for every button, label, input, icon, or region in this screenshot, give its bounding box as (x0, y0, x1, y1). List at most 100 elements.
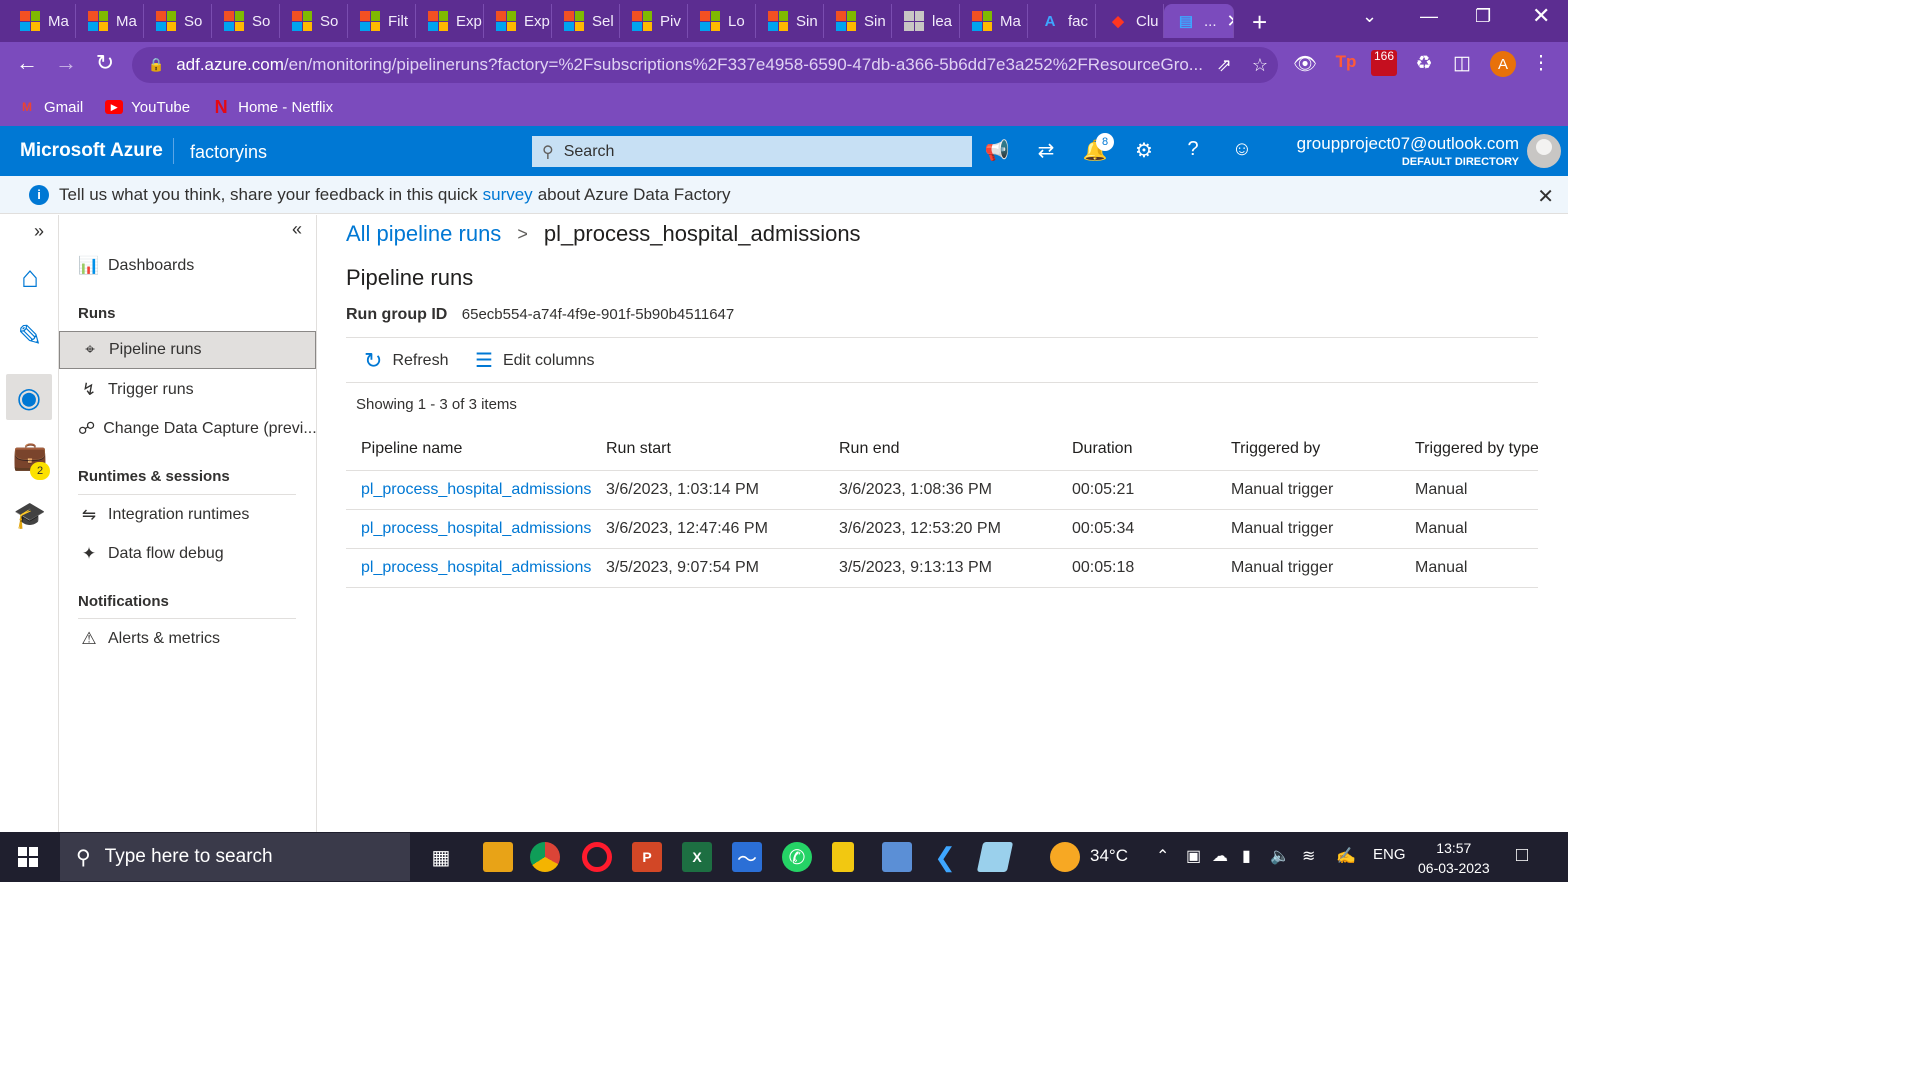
whatsapp-icon[interactable]: ✆ (782, 842, 812, 872)
tab-close-icon[interactable]: ✕ (1227, 11, 1233, 32)
task-view-icon[interactable]: ▦ (426, 842, 456, 872)
chrome-icon[interactable] (530, 842, 560, 872)
onedrive-cloud-icon[interactable]: ☁ (1212, 846, 1228, 866)
browser-tab[interactable]: ▤... ✕ (1164, 4, 1234, 38)
table-row[interactable]: pl_process_hospital_admissions 3/6/2023,… (346, 470, 1538, 510)
collapse-sidebar-icon[interactable]: « (292, 219, 302, 240)
column-header-triggered-by[interactable]: Triggered by (1216, 428, 1400, 471)
window-close-button[interactable]: ✕ (1532, 3, 1550, 29)
browser-tab[interactable]: So (144, 4, 212, 38)
notification-center-icon[interactable]: □ (1516, 844, 1528, 867)
battery-icon[interactable]: ▮ (1242, 846, 1251, 866)
power-bi-icon[interactable] (832, 842, 854, 872)
forward-button[interactable]: → (51, 50, 81, 76)
tab-search-icon[interactable]: ⌄ (1362, 6, 1377, 27)
table-row[interactable]: pl_process_hospital_admissions 3/6/2023,… (346, 509, 1538, 549)
edit-columns-button[interactable]: ☰ Edit columns (475, 348, 595, 373)
pipeline-name-link[interactable]: pl_process_hospital_admissions (346, 548, 591, 588)
browser-tab[interactable]: Sel (552, 4, 620, 38)
factory-name[interactable]: factoryins (190, 142, 267, 163)
account-info[interactable]: groupproject07@outlook.com DEFAULT DIREC… (1297, 134, 1519, 168)
home-icon[interactable]: ⌂ (12, 260, 48, 296)
sidebar-item-trigger-runs[interactable]: ↯ Trigger runs (59, 371, 316, 409)
opera-icon[interactable] (582, 842, 612, 872)
user-avatar[interactable] (1527, 134, 1561, 168)
taskbar-search-input[interactable]: ⚲ Type here to search (60, 833, 410, 881)
extension-badge-icon[interactable]: 166 (1371, 50, 1397, 76)
browser-tab[interactable]: Exp (416, 4, 484, 38)
weather-temperature[interactable]: 34°C (1090, 846, 1128, 866)
column-header-run-start[interactable]: Run start (591, 428, 824, 471)
volume-icon[interactable]: 🔈 (1270, 846, 1290, 866)
file-explorer-icon[interactable] (483, 842, 513, 872)
browser-tab[interactable]: Piv (620, 4, 688, 38)
minimize-button[interactable]: — (1420, 6, 1438, 27)
azure-brand[interactable]: Microsoft Azure (20, 140, 163, 162)
weather-sun-icon[interactable] (1050, 842, 1080, 872)
sidebar-item-data-flow-debug[interactable]: ✦ Data flow debug (59, 535, 316, 573)
language-indicator[interactable]: ENG (1373, 846, 1406, 863)
table-row[interactable]: pl_process_hospital_admissions 3/5/2023,… (346, 548, 1538, 588)
extension-tp-icon[interactable]: Tp (1333, 52, 1359, 72)
browser-tab[interactable]: Ma (8, 4, 76, 38)
share-icon[interactable]: ⇗ (1217, 55, 1232, 76)
sidebar-item-integration-runtimes[interactable]: ⇋ Integration runtimes (59, 496, 316, 534)
banner-close-icon[interactable]: ✕ (1537, 184, 1554, 209)
browser-tab[interactable]: Sin (824, 4, 892, 38)
author-pencil-icon[interactable]: ✎ (12, 318, 48, 354)
back-button[interactable]: ← (12, 50, 42, 76)
reload-button[interactable]: ↻ (90, 50, 120, 76)
sidebar-item-alerts-metrics[interactable]: ⚠ Alerts & metrics (59, 620, 316, 658)
address-bar[interactable]: 🔒 adf.azure.com/en/monitoring/pipelineru… (132, 47, 1278, 83)
sidebar-item-dashboards[interactable]: 📊 Dashboards (59, 247, 316, 285)
system-clock[interactable]: 13:57 06-03-2023 (1418, 838, 1490, 878)
browser-tab[interactable]: Ma (76, 4, 144, 38)
pen-icon[interactable]: ✍ (1336, 846, 1356, 866)
browser-tab[interactable]: ◆ Clu (1096, 4, 1164, 38)
tray-chevron-icon[interactable]: ⌃ (1156, 846, 1169, 866)
pipeline-name-link[interactable]: pl_process_hospital_admissions (346, 509, 591, 549)
browser-tab[interactable]: Lo (688, 4, 756, 38)
browser-tab[interactable]: So (212, 4, 280, 38)
profile-avatar[interactable]: A (1490, 51, 1516, 77)
directory-switch-icon[interactable]: ⇄ (1032, 138, 1060, 163)
vscode-icon[interactable]: ❮ (930, 842, 960, 872)
browser-tab[interactable]: lea (892, 4, 960, 38)
survey-link[interactable]: survey (483, 185, 533, 205)
app-grid-icon[interactable] (882, 842, 912, 872)
column-header-duration[interactable]: Duration (1057, 428, 1216, 471)
bookmark-star-icon[interactable]: ☆ (1252, 55, 1268, 76)
browser-tab[interactable]: So (280, 4, 348, 38)
bookmark-netflix[interactable]: N Home - Netflix (212, 97, 334, 117)
pipeline-name-link[interactable]: pl_process_hospital_admissions (346, 470, 591, 510)
bookmark-youtube[interactable]: ▶ YouTube (105, 99, 190, 116)
restore-button[interactable]: ❐ (1475, 6, 1491, 27)
sidebar-item-change-data-capture[interactable]: ☍ Change Data Capture (previ... (59, 410, 316, 448)
browser-tab[interactable]: Exp (484, 4, 552, 38)
monitor-gauge-icon[interactable]: ◉ (6, 374, 52, 420)
browser-tab[interactable]: Ma (960, 4, 1028, 38)
column-header-triggered-by-type[interactable]: Triggered by type (1400, 428, 1538, 471)
help-icon[interactable]: ? (1179, 138, 1207, 161)
new-tab-button[interactable]: + (1252, 7, 1267, 38)
learning-center-icon[interactable]: 🎓 (12, 497, 48, 533)
refresh-button[interactable]: ↻ Refresh (364, 348, 448, 374)
tray-meet-icon[interactable]: ▣ (1186, 846, 1201, 866)
sidebar-item-pipeline-runs[interactable]: ⌖ Pipeline runs (59, 331, 316, 369)
wifi-icon[interactable]: ≋ (1302, 846, 1315, 866)
windows-start-icon[interactable] (18, 847, 38, 867)
browser-tab[interactable]: Afac (1028, 4, 1096, 38)
excel-icon[interactable]: X (682, 842, 712, 872)
extension-eye-icon[interactable]: 👁 (1292, 52, 1318, 76)
browser-tab[interactable]: Sin (756, 4, 824, 38)
browser-menu-icon[interactable]: ⋮ (1528, 52, 1554, 75)
feedback-person-icon[interactable]: ☺ (1228, 138, 1256, 161)
side-panel-icon[interactable]: ◫ (1449, 52, 1475, 75)
browser-tab[interactable]: Filt (348, 4, 416, 38)
whiteboard-icon[interactable]: 〜 (732, 842, 762, 872)
notes-app-icon[interactable] (976, 842, 1014, 872)
feedback-megaphone-icon[interactable]: 📢 (983, 138, 1011, 163)
azure-search-input[interactable]: ⚲ Search (532, 136, 972, 167)
column-header-pipeline-name[interactable]: Pipeline name (346, 428, 591, 471)
breadcrumb-all-pipeline-runs[interactable]: All pipeline runs (346, 221, 501, 247)
